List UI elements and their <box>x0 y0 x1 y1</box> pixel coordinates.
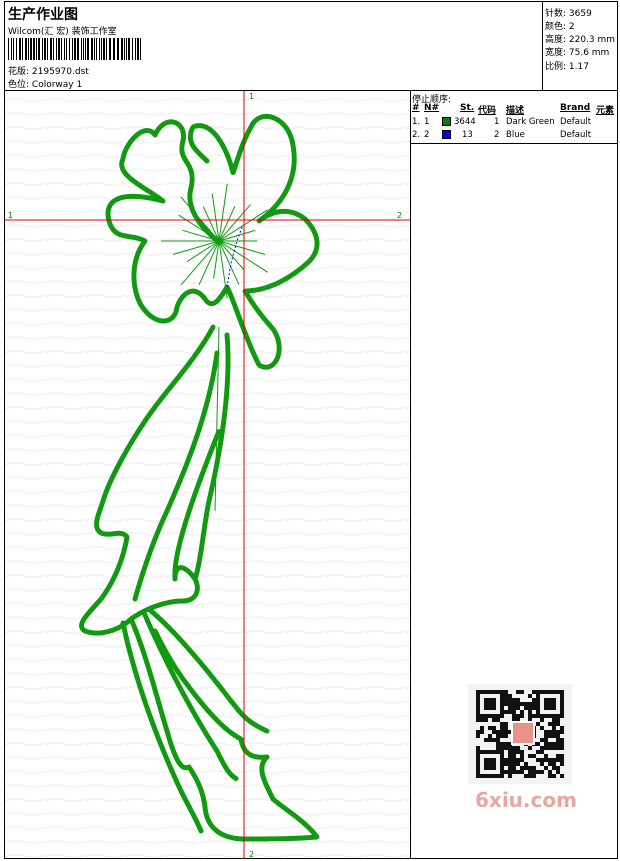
design-height: 高度: 220.3 mm <box>545 35 616 45</box>
row-code: 2 <box>494 130 500 140</box>
col-index: # <box>412 103 420 113</box>
row-brand: Default <box>560 130 592 140</box>
worksheet-header: 生产作业图 Wilcom(汇 宏) 装饰工作室 花版: 2195970.dst … <box>5 2 617 91</box>
design-preview: 1 2 1 2 <box>5 91 411 859</box>
col-brand: Brand <box>560 103 591 113</box>
color-count: 颜色: 2 <box>545 22 575 32</box>
crosshair-bottom-label: 2 <box>249 850 255 859</box>
colorway-label: 色位: <box>8 80 30 90</box>
colorway-value: Colorway 1 <box>31 80 83 90</box>
row-index: 1. <box>412 117 421 127</box>
watermark-text: 6xiu.com <box>475 788 577 812</box>
design-file: 2195970.dst <box>31 67 89 77</box>
qr-code <box>468 684 572 784</box>
crosshair-left-label: 1 <box>8 211 14 220</box>
page-title: 生产作业图 <box>8 7 78 23</box>
table-divider <box>410 143 617 144</box>
design-width: 宽度: 75.6 mm <box>545 48 610 58</box>
barcode <box>8 38 141 60</box>
color-swatch <box>442 130 451 139</box>
fabric-texture <box>5 91 410 859</box>
row-description: Blue <box>506 130 525 140</box>
row-number: 1 <box>424 117 430 127</box>
row-stitches: 13 <box>462 130 473 140</box>
col-number: N# <box>424 103 440 113</box>
col-code: 代码 <box>478 106 497 116</box>
embroidery-drawing <box>5 91 410 859</box>
row-code: 1 <box>494 117 500 127</box>
row-number: 2 <box>424 130 430 140</box>
row-brand: Default <box>560 117 592 127</box>
stats-panel: 针数: 3659 颜色: 2 高度: 220.3 mm 宽度: 75.6 mm … <box>542 2 618 90</box>
color-swatch <box>442 117 451 126</box>
row-description: Dark Green <box>506 117 555 127</box>
col-element: 元素 <box>596 106 615 116</box>
col-description: 描述 <box>506 106 525 116</box>
design-scale: 比例: 1.17 <box>545 62 589 72</box>
design-label: 花版: <box>8 67 30 77</box>
row-stitches: 3644 <box>454 117 476 127</box>
company-name: Wilcom(汇 宏) 装饰工作室 <box>8 27 117 37</box>
crosshair-top-label: 1 <box>249 92 255 101</box>
stitch-count: 针数: 3659 <box>545 9 592 19</box>
colorway-line: 色位: Colorway 1 <box>8 77 82 90</box>
col-stitches: St. <box>460 103 475 113</box>
design-file-line: 花版: 2195970.dst <box>8 64 89 77</box>
row-index: 2. <box>412 130 421 140</box>
crosshair-right-label: 2 <box>397 211 403 220</box>
